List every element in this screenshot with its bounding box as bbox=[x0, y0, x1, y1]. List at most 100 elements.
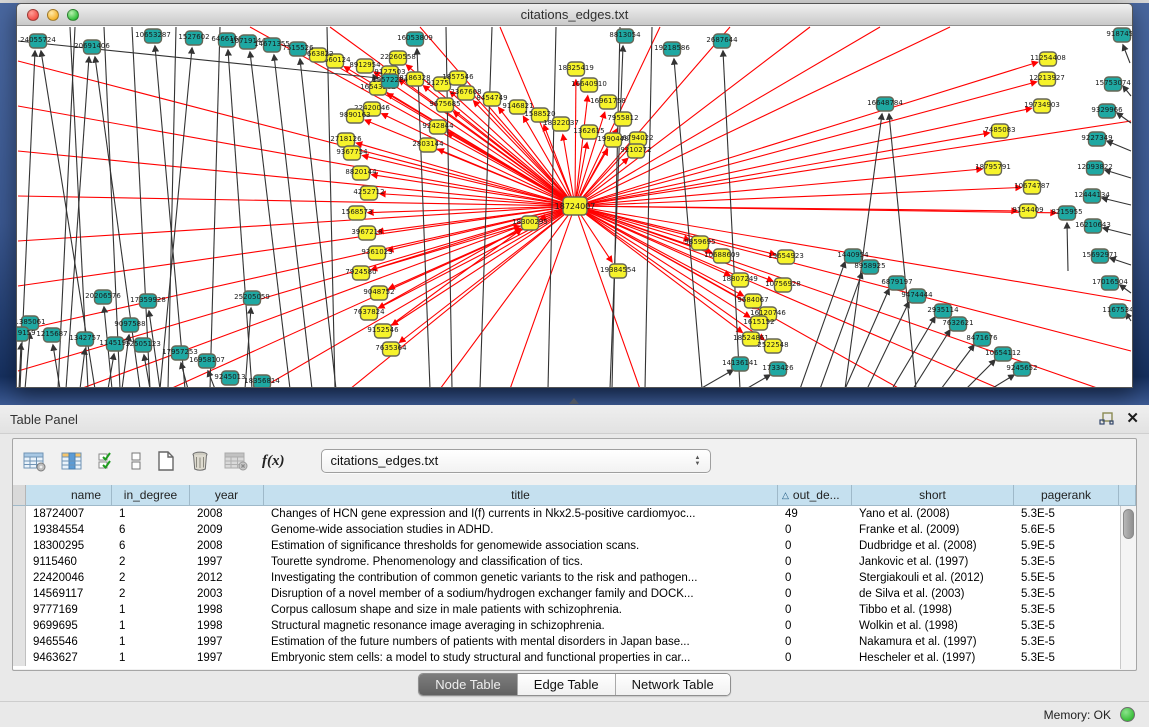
graph-node[interactable]: 2935114 bbox=[927, 304, 959, 318]
panel-splitter-handle[interactable] bbox=[566, 398, 582, 405]
tab-network-table[interactable]: Network Table bbox=[616, 674, 730, 695]
table-row[interactable]: 969969511998Structural magnetic resonanc… bbox=[13, 618, 1120, 634]
table-row[interactable]: 911546021997Tourette syndrome. Phenomeno… bbox=[13, 554, 1120, 570]
float-window-icon[interactable] bbox=[1099, 412, 1114, 426]
delete-table-icon[interactable] bbox=[190, 450, 210, 472]
graph-node[interactable]: 10653287 bbox=[135, 29, 171, 43]
graph-node-selected[interactable]: 19734903 bbox=[1024, 99, 1060, 113]
table-row[interactable]: 1872400712008Changes of HCN gene express… bbox=[13, 506, 1120, 522]
graph-node[interactable]: 8215955 bbox=[1051, 206, 1082, 220]
graph-node-selected[interactable]: 9361023 bbox=[361, 246, 392, 260]
graph-node[interactable]: 15692971 bbox=[1082, 249, 1118, 263]
graph-node[interactable]: 9474444 bbox=[901, 289, 933, 303]
graph-node[interactable]: 1527602 bbox=[178, 31, 209, 45]
graph-node-selected[interactable]: 4252712 bbox=[353, 186, 384, 200]
graph-node[interactable]: 16053809 bbox=[397, 32, 433, 46]
table-row[interactable]: 977716911998Corpus callosum shape and si… bbox=[13, 602, 1120, 618]
graph-node[interactable]: 25205059 bbox=[234, 291, 270, 305]
column-header-year[interactable]: year bbox=[190, 485, 264, 506]
tab-edge-table[interactable]: Edge Table bbox=[518, 674, 616, 695]
graph-node[interactable]: 24055724 bbox=[20, 34, 56, 48]
graph-node[interactable]: 12444134 bbox=[1074, 189, 1110, 203]
graph-node[interactable]: 12505123 bbox=[125, 338, 161, 352]
graph-node-selected[interactable]: 19384554 bbox=[600, 264, 636, 278]
graph-node[interactable]: 9187450 bbox=[1106, 28, 1132, 42]
graph-node-selected[interactable]: 8820144 bbox=[345, 166, 377, 180]
column-header-name[interactable]: name bbox=[26, 485, 112, 506]
table-selector-dropdown[interactable]: citations_edges.txt ▲▼ bbox=[321, 449, 711, 473]
graph-node[interactable]: 14136141 bbox=[722, 357, 758, 371]
graph-node[interactable]: 2687644 bbox=[706, 34, 738, 48]
graph-node-selected[interactable]: 19654923 bbox=[768, 250, 804, 264]
graph-node[interactable]: 19218586 bbox=[654, 42, 690, 56]
column-header-out-degree[interactable]: △ out_de... bbox=[778, 485, 852, 506]
graph-node[interactable]: 6879197 bbox=[881, 276, 912, 290]
graph-node-selected[interactable]: 16640910 bbox=[571, 78, 607, 92]
graph-node[interactable]: 3919159 bbox=[17, 327, 36, 341]
graph-node-selected[interactable]: 7924580 bbox=[345, 266, 376, 280]
vertical-scrollbar[interactable] bbox=[1120, 506, 1136, 669]
table-row[interactable]: 946554611997Estimation of the future num… bbox=[13, 634, 1120, 650]
graph-node-selected[interactable]: 9210272 bbox=[620, 144, 651, 158]
table-row[interactable]: 1456911722003Disruption of a novel membe… bbox=[13, 586, 1120, 602]
show-columns-icon[interactable] bbox=[61, 451, 83, 472]
graph-node-selected[interactable]: 7485083 bbox=[984, 124, 1015, 138]
graph-node-selected[interactable]: 18325419 bbox=[558, 62, 594, 76]
graph-node[interactable]: 9245013 bbox=[214, 371, 245, 385]
graph-node[interactable]: 9329966 bbox=[1091, 104, 1123, 118]
graph-node-selected[interactable]: 7637824 bbox=[353, 306, 385, 320]
graph-node[interactable]: 8958925 bbox=[854, 260, 885, 274]
graph-node-selected[interactable]: 9048752 bbox=[363, 286, 394, 300]
graph-node[interactable]: 17016504 bbox=[1092, 276, 1128, 290]
graph-node[interactable]: 12093822 bbox=[1077, 161, 1113, 175]
select-columns-icon[interactable] bbox=[97, 451, 116, 471]
tab-node-table[interactable]: Node Table bbox=[419, 674, 518, 695]
graph-node-selected[interactable]: 9152546 bbox=[367, 324, 399, 338]
graph-node-selected[interactable]: 2522548 bbox=[757, 339, 788, 353]
graph-node-selected[interactable]: 1568573 bbox=[341, 206, 372, 220]
graph-node[interactable]: 18356814 bbox=[244, 375, 280, 387]
graph-node-selected[interactable]: 22260558 bbox=[380, 51, 416, 65]
graph-node-selected[interactable]: 7635364 bbox=[375, 342, 407, 356]
graph-node[interactable]: 16648784 bbox=[867, 97, 903, 111]
column-header-in-degree[interactable]: in_degree bbox=[112, 485, 190, 506]
graph-node-selected[interactable]: 2718126 bbox=[330, 133, 362, 147]
row-height-icon[interactable] bbox=[130, 451, 142, 471]
graph-node-selected[interactable]: 9675685 bbox=[429, 98, 460, 112]
table-row[interactable]: 946362711997Embryonic stem cells: a mode… bbox=[13, 650, 1120, 666]
table-settings-icon[interactable] bbox=[23, 451, 47, 472]
column-header-pagerank[interactable]: pagerank bbox=[1014, 485, 1119, 506]
table-row[interactable]: 1830029562008Estimation of significance … bbox=[13, 538, 1120, 554]
graph-node[interactable]: 16958107 bbox=[189, 354, 225, 368]
graph-node[interactable]: 10654112 bbox=[985, 347, 1021, 361]
graph-node[interactable]: 1342757 bbox=[69, 332, 100, 346]
graph-node[interactable]: 7632621 bbox=[942, 317, 973, 331]
graph-node-selected[interactable]: 7955812 bbox=[607, 112, 638, 126]
column-header-short[interactable]: short bbox=[852, 485, 1014, 506]
graph-node-selected[interactable]: 9684067 bbox=[737, 294, 768, 308]
graph-node-selected[interactable]: 11254408 bbox=[1030, 52, 1066, 66]
graph-node-selected[interactable]: 9154409 bbox=[1012, 204, 1043, 218]
graph-node-selected[interactable]: 18807249 bbox=[722, 273, 758, 287]
close-panel-icon[interactable]: ✕ bbox=[1126, 410, 1139, 428]
graph-node[interactable]: 17359928 bbox=[130, 294, 166, 308]
graph-node[interactable]: 9227349 bbox=[1081, 132, 1112, 146]
function-builder-icon[interactable]: f(x) bbox=[262, 453, 285, 470]
table-row[interactable]: 2242004622012Investigating the contribut… bbox=[13, 570, 1120, 586]
graph-node[interactable]: 1215687 bbox=[36, 328, 67, 342]
graph-node-selected[interactable]: 9367754 bbox=[336, 146, 368, 160]
scrollbar-thumb[interactable] bbox=[1123, 509, 1134, 539]
graph-node-selected[interactable]: 18795791 bbox=[975, 161, 1011, 175]
graph-node-selected[interactable]: 18300295 bbox=[512, 216, 548, 230]
table-row[interactable]: 1938455462009Genome-wide association stu… bbox=[13, 522, 1120, 538]
graph-node[interactable]: 1733426 bbox=[762, 362, 794, 376]
graph-node-selected[interactable]: 10688609 bbox=[704, 249, 740, 263]
column-header-title[interactable]: title bbox=[264, 485, 778, 506]
graph-node[interactable]: 16210643 bbox=[1075, 219, 1111, 233]
graph-node-selected[interactable]: 9859695 bbox=[684, 236, 715, 250]
window-titlebar[interactable]: citations_edges.txt bbox=[17, 4, 1132, 26]
graph-node[interactable]: 8813054 bbox=[609, 29, 641, 43]
create-table-icon[interactable] bbox=[156, 450, 176, 472]
graph-node[interactable]: 9245652 bbox=[1006, 362, 1037, 376]
graph-node[interactable]: 9097588 bbox=[114, 318, 145, 332]
